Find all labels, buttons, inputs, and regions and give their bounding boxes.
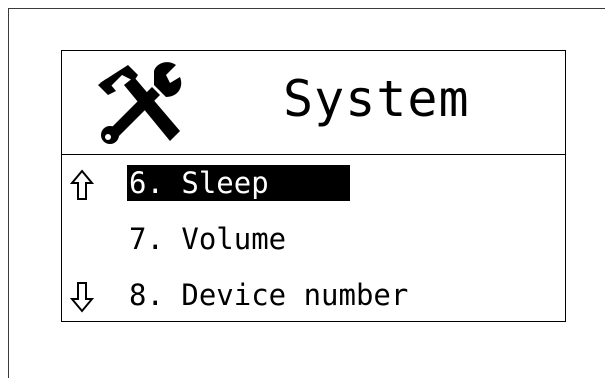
- arrow-up-icon[interactable]: [70, 169, 94, 201]
- menu-item-device-number[interactable]: 8. Device number: [62, 273, 565, 321]
- menu-item-label: 7. Volume: [129, 222, 287, 256]
- arrow-down-icon[interactable]: [70, 281, 94, 313]
- page-title: System: [283, 70, 470, 128]
- tools-icon: [98, 62, 182, 144]
- menu-item-label: 6. Sleep: [127, 165, 350, 201]
- lcd-screen: System 6. Sleep 7. Volume 8. Device numb…: [61, 50, 566, 322]
- menu-item-sleep[interactable]: 6. Sleep: [62, 161, 565, 209]
- menu-item-volume[interactable]: 7. Volume: [62, 217, 565, 265]
- screen-header: System: [62, 51, 565, 155]
- menu-item-label: 8. Device number: [129, 278, 409, 312]
